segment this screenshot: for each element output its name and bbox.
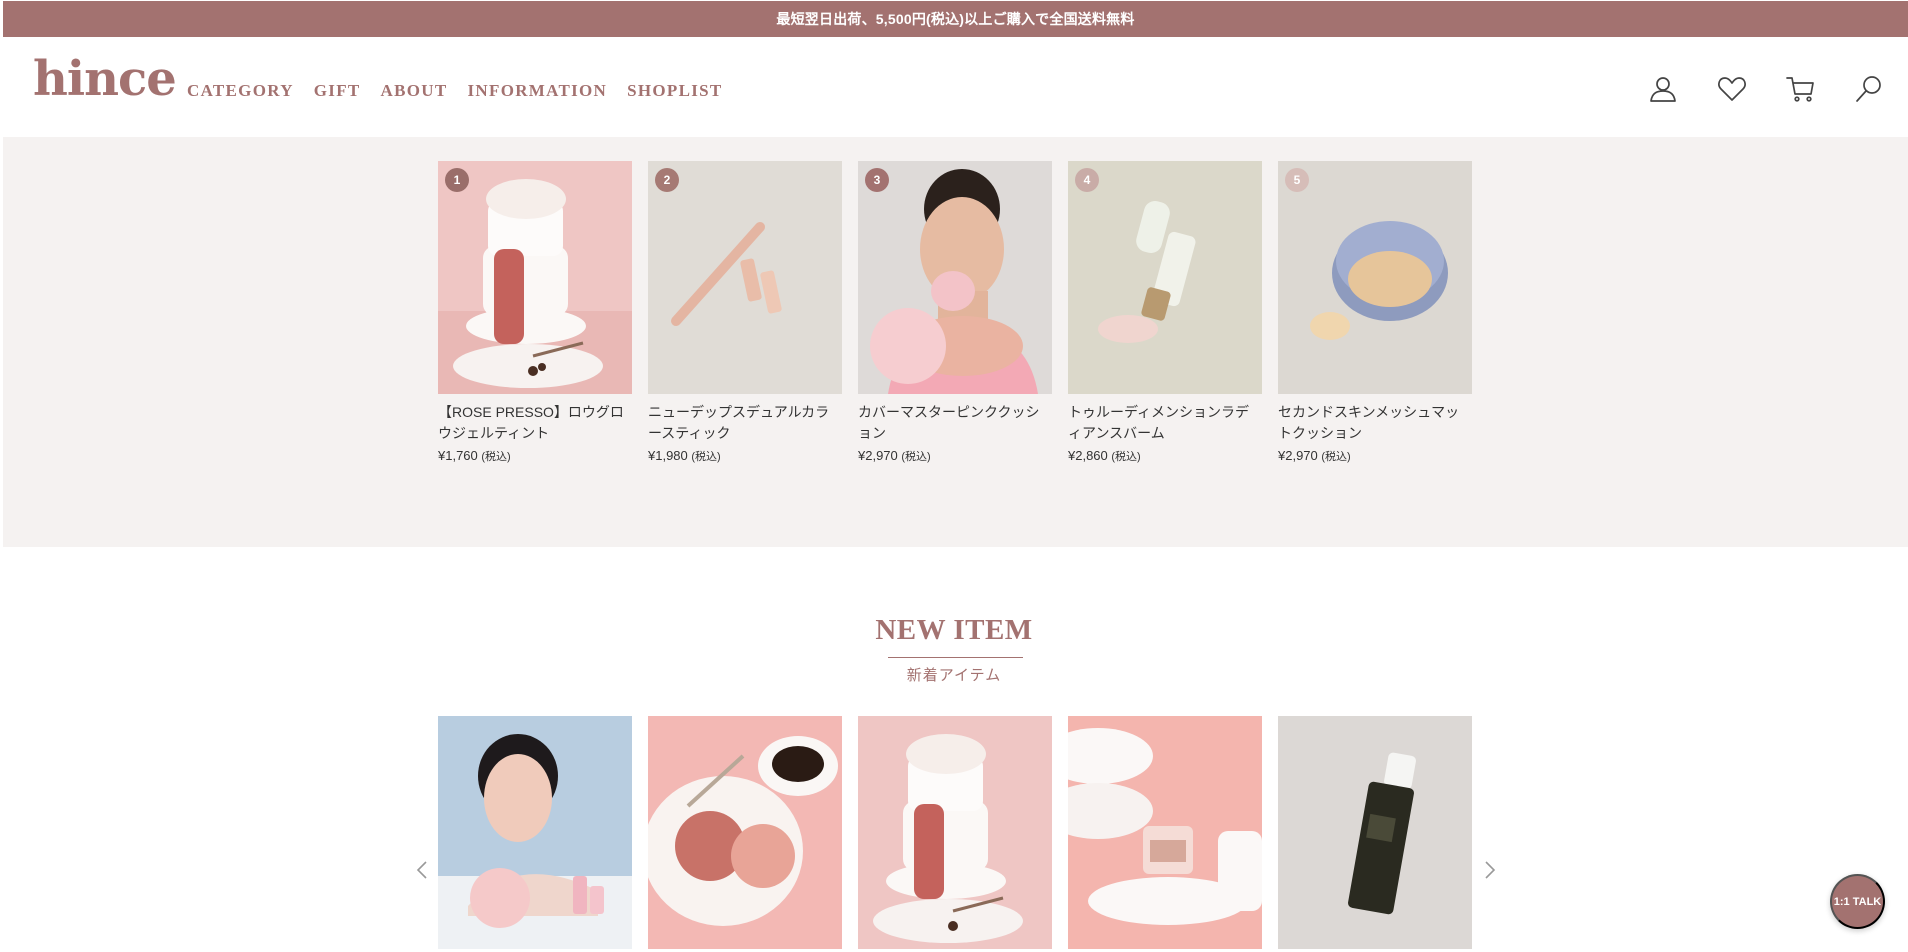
tax-label: (税込): [481, 451, 511, 463]
tax-label: (税込): [1111, 451, 1141, 463]
product-price: ¥2,860 (税込): [1068, 448, 1141, 463]
chevron-right-icon[interactable]: [1478, 854, 1502, 886]
rank-badge: 1: [445, 168, 469, 192]
product-name[interactable]: トゥルーディメンションラディアンスバーム: [1068, 402, 1262, 444]
product-price: ¥1,760 (税込): [438, 448, 511, 463]
user-icon[interactable]: [1643, 69, 1683, 109]
nav-gift[interactable]: GIFT: [314, 81, 361, 101]
cart-icon[interactable]: [1781, 69, 1821, 109]
tax-label: (税込): [691, 451, 721, 463]
new-product-image[interactable]: [858, 716, 1052, 949]
nav-about[interactable]: ABOUT: [381, 81, 448, 101]
new-product-image[interactable]: [1278, 716, 1472, 949]
chevron-left-icon[interactable]: [410, 854, 434, 886]
product-image[interactable]: 1: [438, 161, 632, 394]
announcement-bar: 最短翌日出荷、5,500円(税込)以上ご購入で全国送料無料: [3, 1, 1908, 37]
product-card[interactable]: 4 トゥルーディメンションラディアンスバーム ¥2,860 (税込): [1068, 161, 1262, 464]
product-name[interactable]: カバーマスターピンククッション: [858, 402, 1052, 444]
talk-button[interactable]: 1:1 TALK: [1830, 874, 1885, 929]
product-price: ¥2,970 (税込): [1278, 448, 1351, 463]
search-icon[interactable]: [1849, 69, 1889, 109]
new-product-image[interactable]: [438, 716, 632, 949]
tax-label: (税込): [901, 451, 931, 463]
new-product-image[interactable]: [648, 716, 842, 949]
product-card[interactable]: 5 セカンドスキンメッシュマットクッション ¥2,970 (税込): [1278, 161, 1472, 464]
product-image[interactable]: 4: [1068, 161, 1262, 394]
announcement-text: 最短翌日出荷、5,500円(税込)以上ご購入で全国送料無料: [776, 11, 1135, 27]
product-name[interactable]: セカンドスキンメッシュマットクッション: [1278, 402, 1472, 444]
new-item-subtitle: 新着アイテム: [906, 667, 1002, 684]
product-card[interactable]: 1 【ROSE PRESSO】ロウグロウジェルティント ¥1,760 (税込): [438, 161, 632, 464]
rank-badge: 3: [865, 168, 889, 192]
new-item-title: NEW ITEM: [875, 614, 1033, 646]
product-image[interactable]: 5: [1278, 161, 1472, 394]
logo[interactable]: hince: [33, 55, 177, 103]
nav-information[interactable]: INFORMATION: [468, 81, 608, 101]
product-image[interactable]: 3: [858, 161, 1052, 394]
product-price: ¥2,970 (税込): [858, 448, 931, 463]
nav-shoplist[interactable]: SHOPLIST: [627, 81, 722, 101]
product-card[interactable]: 2 ニューデップスデュアルカラースティック ¥1,980 (税込): [648, 161, 842, 464]
rank-badge: 2: [655, 168, 679, 192]
product-image[interactable]: 2: [648, 161, 842, 394]
site-header: hince CATEGORY GIFT ABOUT INFORMATION SH…: [3, 37, 1908, 137]
product-card[interactable]: 3 カバーマスターピンククッション ¥2,970 (税込): [858, 161, 1052, 464]
tax-label: (税込): [1321, 451, 1351, 463]
global-nav: CATEGORY GIFT ABOUT INFORMATION SHOPLIST: [187, 81, 723, 101]
new-product-image[interactable]: [1068, 716, 1262, 949]
product-price: ¥1,980 (税込): [648, 448, 721, 463]
heart-icon[interactable]: [1712, 69, 1752, 109]
product-name[interactable]: 【ROSE PRESSO】ロウグロウジェルティント: [438, 402, 632, 444]
rank-badge: 5: [1285, 168, 1309, 192]
product-name[interactable]: ニューデップスデュアルカラースティック: [648, 402, 842, 444]
rank-badge: 4: [1075, 168, 1099, 192]
nav-category[interactable]: CATEGORY: [187, 81, 294, 101]
title-divider: [888, 657, 1023, 658]
